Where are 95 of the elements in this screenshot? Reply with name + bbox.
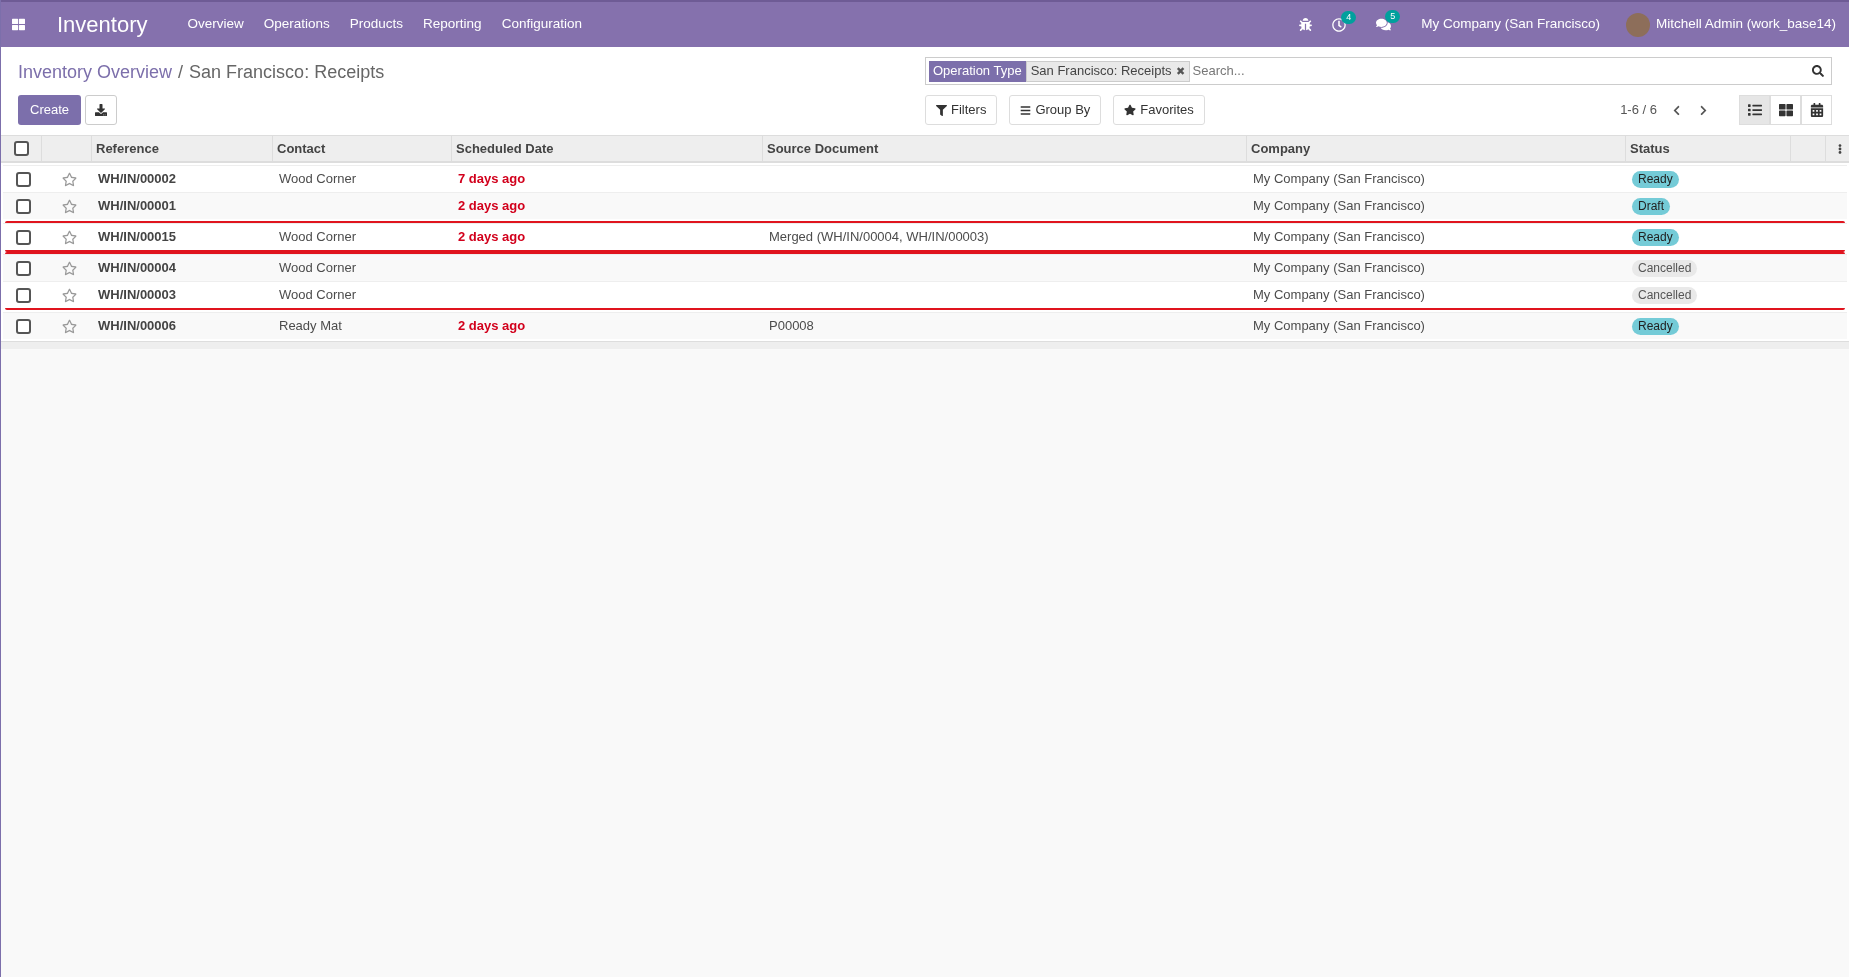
facet-remove[interactable]: ✖ (1175, 62, 1185, 80)
bug-icon[interactable] (1299, 18, 1313, 31)
status-badge: Cancelled (1632, 287, 1698, 305)
checkbox[interactable] (16, 260, 31, 276)
column-header[interactable]: Reference (96, 138, 159, 159)
app-title[interactable]: Inventory (57, 8, 148, 41)
status-badge: Draft (1632, 198, 1670, 216)
column-header[interactable]: Source Document (767, 138, 879, 159)
view-switch-button[interactable] (1739, 95, 1770, 125)
table-cell: My Company (San Francisco) (1253, 198, 1425, 214)
star-icon[interactable] (61, 287, 77, 303)
filter-menu-button[interactable]: Group By (1009, 95, 1102, 125)
facet-text: San Francisco: Receipts (1030, 62, 1172, 81)
search-field[interactable]: Operation Type San Francisco: Receipts ✖ Search... (925, 57, 1832, 85)
table-cell: WH/IN/00002 (98, 171, 177, 187)
checkbox[interactable] (13, 141, 29, 156)
table-cell: 2 days ago (458, 318, 526, 334)
checkbox[interactable] (16, 287, 31, 303)
menu-icon (1020, 104, 1032, 116)
table-row[interactable]: WH/IN/00015 Wood Corner 2 days ago Merged (WH/IN/00004, WH/IN/00003) My Company (San Francisco) Ready (3, 223, 1847, 250)
clock-icon[interactable] (1332, 17, 1347, 32)
star-icon (1124, 104, 1137, 116)
column-header[interactable]: Contact (277, 138, 326, 159)
table-cell: My Company (San Francisco) (1253, 229, 1425, 245)
table-cell: WH/IN/00006 (98, 318, 177, 334)
column-header[interactable]: Status (1630, 138, 1670, 159)
previous-icon[interactable] (1671, 104, 1682, 116)
table-cell: My Company (San Francisco) (1253, 318, 1425, 334)
table-row[interactable]: WH/IN/00001 2 days ago My Company (San Francisco) Draft (3, 192, 1847, 219)
grid-icon (1778, 103, 1793, 117)
table-cell: My Company (San Francisco) (1253, 287, 1425, 303)
menu-item[interactable]: Products (339, 14, 414, 35)
view-switch-button[interactable] (1770, 95, 1801, 125)
table-row[interactable]: WH/IN/00006 Ready Mat 2 days ago P00008 My Company (San Francisco) Ready (3, 312, 1847, 339)
search-input[interactable]: Search... (1192, 61, 1812, 81)
star-icon[interactable] (61, 318, 77, 334)
breadcrumb-current: San Francisco: Receipts (189, 60, 385, 84)
column-header[interactable]: Scheduled Date (456, 138, 554, 159)
filter-menu-button[interactable]: Favorites (1113, 95, 1205, 125)
table-cell: WH/IN/00015 (98, 229, 177, 245)
list-icon (1747, 103, 1762, 117)
message-count-badge: 5 (1385, 10, 1401, 23)
table-cell: WH/IN/00004 (98, 260, 177, 276)
table-cell: P00008 (769, 318, 814, 334)
table-cell: Merged (WH/IN/00004, WH/IN/00003) (769, 229, 989, 245)
pager-value[interactable]: 1-6 / 6 (1620, 100, 1657, 120)
table-cell: Wood Corner (279, 287, 357, 303)
menu-item[interactable]: Reporting (413, 14, 492, 35)
calendar-icon (1809, 103, 1824, 117)
status-badge: Cancelled (1632, 260, 1698, 278)
table-cell: 2 days ago (458, 229, 526, 245)
status-badge: Ready (1632, 229, 1679, 247)
checkbox[interactable] (16, 198, 31, 214)
download-icon (95, 104, 108, 116)
menu-item[interactable]: Configuration (491, 14, 592, 35)
table-cell: Wood Corner (279, 260, 357, 276)
filter-menu-button[interactable]: Filters (925, 95, 998, 125)
status-badge: Ready (1632, 171, 1679, 189)
apps-menu-icon[interactable] (12, 18, 25, 31)
breadcrumb-separator: / (178, 60, 184, 84)
star-icon[interactable] (61, 229, 77, 245)
view-switch-button[interactable] (1801, 95, 1832, 125)
menu-item[interactable]: Overview (177, 14, 254, 35)
table-cell: Wood Corner (279, 171, 357, 187)
table-cell: 7 days ago (458, 171, 526, 187)
next-icon[interactable] (1698, 104, 1709, 116)
filter-facet-label: Operation Type (929, 60, 1026, 82)
table-cell: WH/IN/00001 (98, 198, 177, 214)
breadcrumb-link[interactable]: Inventory Overview (18, 58, 173, 86)
status-badge: Ready (1632, 318, 1679, 336)
checkbox[interactable] (16, 171, 31, 187)
table-row[interactable]: WH/IN/00003 Wood Corner My Company (San Francisco) Cancelled (3, 281, 1847, 308)
checkbox[interactable] (16, 318, 31, 334)
star-icon[interactable] (61, 260, 77, 276)
table-row[interactable]: WH/IN/00004 Wood Corner My Company (San Francisco) Cancelled (3, 254, 1847, 281)
table-cell: My Company (San Francisco) (1253, 260, 1425, 276)
chat-icon[interactable] (1376, 17, 1392, 32)
column-header[interactable]: Company (1251, 138, 1311, 159)
menu-item[interactable]: Operations (253, 14, 340, 35)
user-menu[interactable]: Mitchell Admin (work_base14) (1655, 14, 1836, 35)
table-cell: Wood Corner (279, 229, 357, 245)
star-icon[interactable] (61, 171, 77, 187)
search-icon[interactable] (1812, 65, 1824, 77)
table-cell: My Company (San Francisco) (1253, 171, 1425, 187)
checkbox[interactable] (16, 229, 31, 245)
table-cell: 2 days ago (458, 198, 526, 214)
company-switcher[interactable]: My Company (San Francisco) (1421, 14, 1600, 35)
download-button[interactable] (85, 95, 118, 125)
filter-icon (936, 104, 947, 116)
table-cell: Ready Mat (279, 318, 342, 334)
star-icon[interactable] (61, 198, 77, 214)
avatar (1625, 12, 1650, 37)
create-button[interactable]: Create (18, 95, 82, 125)
table-cell: WH/IN/00003 (98, 287, 177, 303)
activity-count-badge: 4 (1341, 10, 1357, 24)
